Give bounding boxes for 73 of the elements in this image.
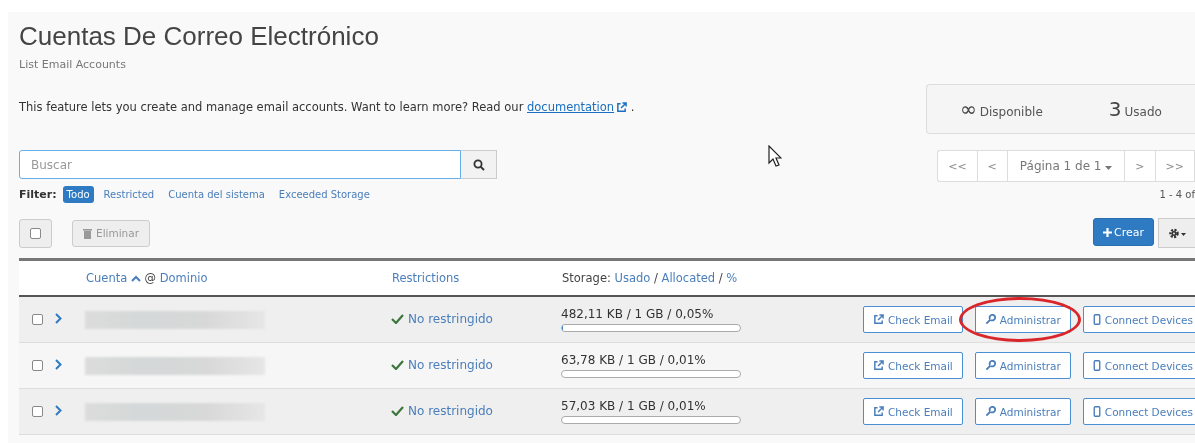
sort-up-icon: [130, 275, 141, 282]
filter-label: Filter:: [19, 188, 57, 201]
connect-devices-button[interactable]: Connect Devices: [1082, 398, 1195, 425]
manage-button[interactable]: Administrar: [974, 352, 1071, 379]
filter-option[interactable]: Restricted: [99, 186, 159, 203]
separator: /: [654, 271, 658, 285]
filter-option[interactable]: Exceeded Storage: [274, 186, 374, 203]
page-dropdown[interactable]: Página 1 de 1: [1007, 151, 1126, 181]
stat-label: Usado: [1124, 105, 1162, 119]
external-link-icon: [873, 360, 884, 371]
select-all-button[interactable]: [19, 218, 52, 248]
settings-button[interactable]: [1158, 218, 1195, 248]
search-field[interactable]: Buscar: [19, 150, 461, 179]
stat-value: ∞: [960, 97, 977, 121]
trash-icon: [83, 227, 92, 239]
check-email-button[interactable]: Check Email: [863, 398, 963, 425]
last-page-button[interactable]: >>: [1155, 151, 1195, 181]
row-checkbox[interactable]: [32, 406, 43, 417]
manage-button[interactable]: Administrar: [974, 398, 1071, 425]
row-checkbox[interactable]: [32, 360, 43, 371]
percent-header[interactable]: %: [726, 271, 738, 285]
used-header[interactable]: Usado: [614, 271, 651, 285]
check-icon: [391, 314, 404, 324]
external-link-icon: [873, 406, 884, 417]
caret-down-icon: [1105, 166, 1113, 170]
check-email-button[interactable]: Check Email: [863, 306, 963, 333]
check-icon: [391, 360, 404, 370]
plus-icon: [1103, 227, 1112, 237]
filter-option[interactable]: Todo: [62, 186, 94, 203]
connect-devices-button[interactable]: Connect Devices: [1082, 306, 1195, 333]
next-page-button[interactable]: >: [1125, 151, 1156, 181]
search-button[interactable]: [461, 150, 497, 179]
mouse-cursor-icon: [768, 145, 782, 167]
chevron-right-icon[interactable]: [55, 358, 62, 370]
phone-icon: [1092, 406, 1101, 417]
documentation-link[interactable]: documentation: [527, 100, 628, 114]
range-text: 1 - 4 of: [1159, 189, 1195, 200]
search-icon: [472, 158, 485, 171]
filter-option[interactable]: Cuenta del sistema: [164, 186, 269, 203]
at-sign: @: [144, 271, 157, 285]
chevron-right-icon[interactable]: [55, 312, 62, 324]
check-email-button[interactable]: Check Email: [863, 352, 963, 379]
connect-devices-button[interactable]: Connect Devices: [1082, 352, 1195, 379]
storage-text: 482,11 KB / 1 GB / 0,05%: [561, 307, 714, 321]
stat-label: Disponible: [979, 105, 1043, 119]
domain-header[interactable]: Dominio: [159, 271, 208, 285]
chevron-right-icon[interactable]: [55, 404, 62, 416]
page-subtitle: List Email Accounts: [19, 58, 126, 71]
restriction-status: No restringido: [391, 358, 493, 372]
previous-page-button[interactable]: <: [977, 151, 1008, 181]
storage-text: 63,78 KB / 1 GB / 0,01%: [561, 353, 706, 367]
allocated-header[interactable]: Allocated: [661, 271, 716, 285]
storage-text: 57,03 KB / 1 GB / 0,01%: [561, 399, 706, 413]
create-button[interactable]: Crear: [1093, 218, 1154, 246]
delete-button[interactable]: Eliminar: [72, 219, 151, 247]
external-link-icon: [616, 101, 628, 113]
stat-value: 3: [1108, 97, 1122, 121]
storage-header: Storage:: [562, 271, 611, 285]
phone-icon: [1092, 360, 1101, 371]
check-icon: [391, 406, 404, 416]
restrictions-header[interactable]: Restrictions: [392, 271, 460, 285]
intro-text: This feature lets you create and manage email accounts. Want to learn more? Read our documentation .: [19, 100, 635, 114]
account-header[interactable]: Cuenta: [86, 271, 128, 285]
separator: /: [718, 271, 723, 285]
first-page-button[interactable]: <<: [938, 151, 978, 181]
external-link-icon: [873, 314, 884, 325]
page-title: Cuentas De Correo Electrónico: [19, 20, 380, 52]
row-checkbox[interactable]: [32, 314, 43, 325]
checkbox[interactable]: [30, 227, 41, 239]
restriction-status: No restringido: [391, 404, 493, 418]
manage-button[interactable]: Administrar: [974, 306, 1071, 333]
phone-icon: [1092, 314, 1101, 325]
restriction-status: No restringido: [391, 312, 493, 326]
